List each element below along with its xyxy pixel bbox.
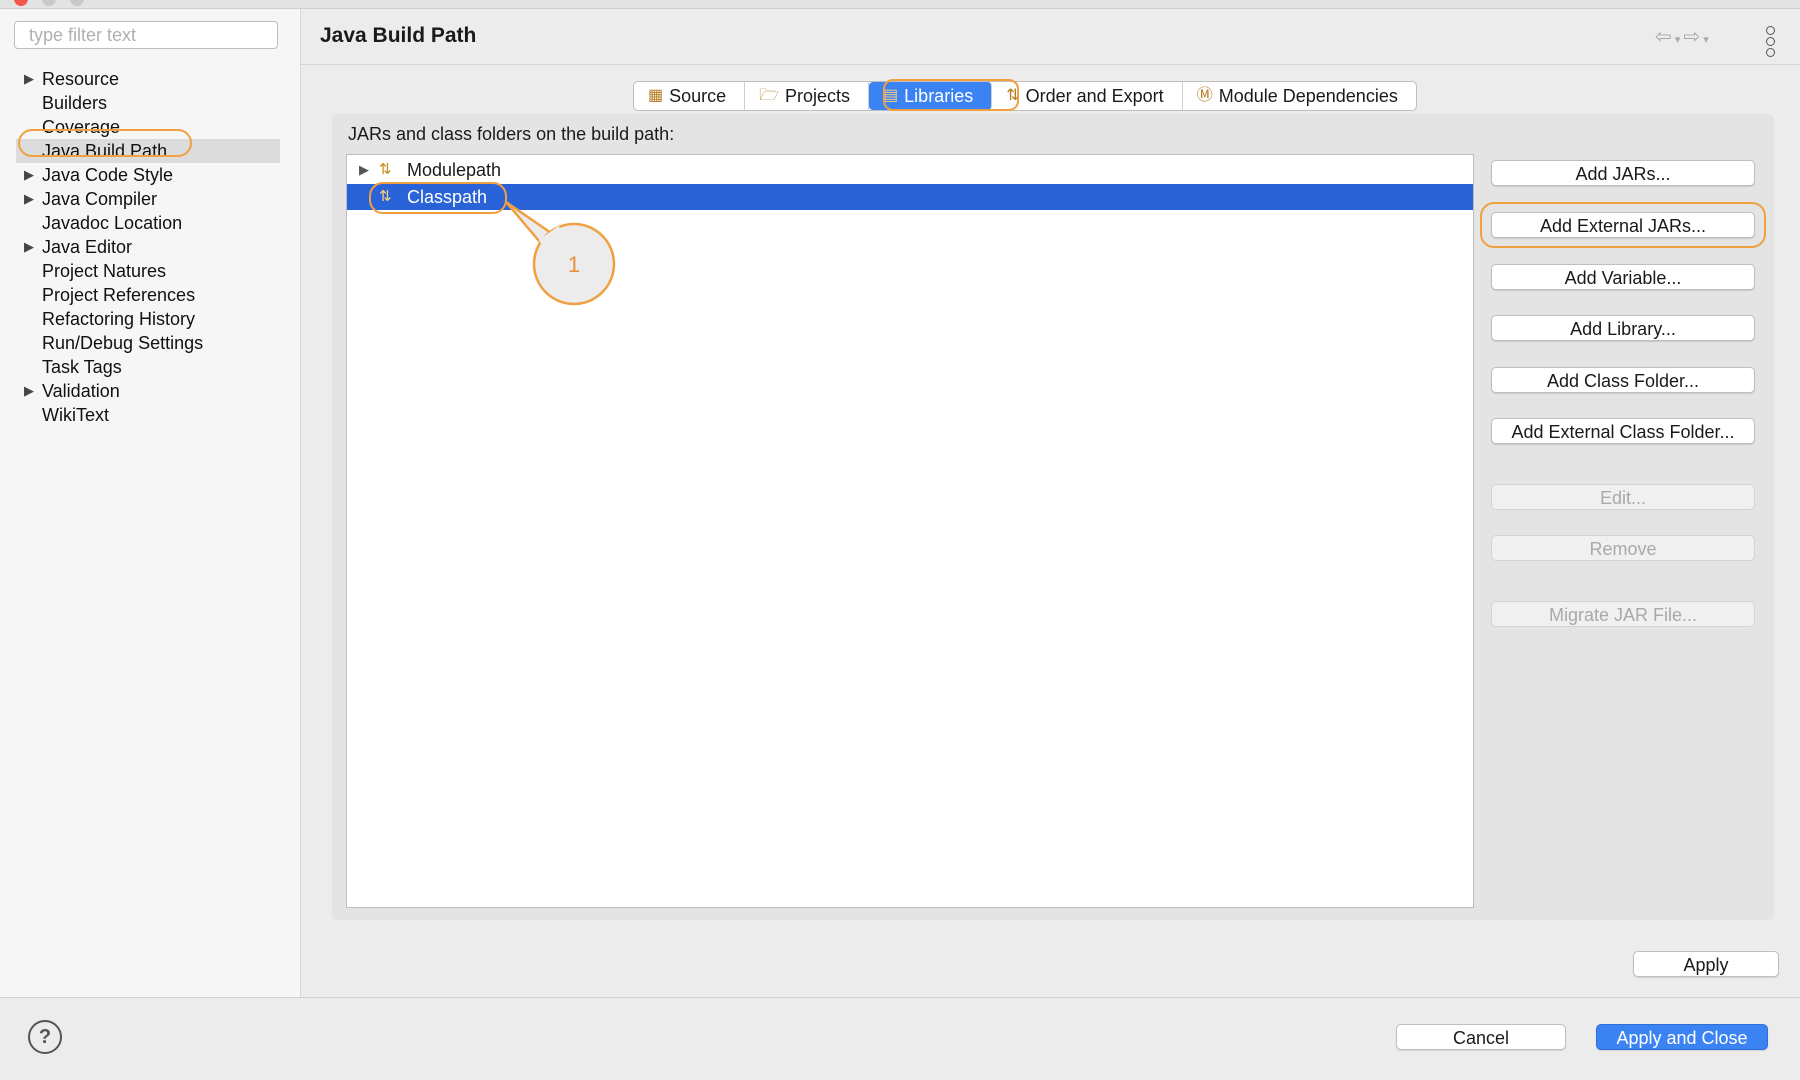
page-title: Java Build Path [320, 24, 477, 47]
step-callout: 1 [504, 200, 616, 306]
sidebar-item-label: Project Natures [42, 261, 167, 281]
sidebar-item-java-compiler[interactable]: ▶ Java Compiler [16, 187, 280, 211]
sidebar-item-java-build-path[interactable]: Java Build Path [16, 139, 280, 163]
zoom-window-button[interactable] [70, 0, 84, 6]
projects-folder-icon: 🗁 [759, 87, 780, 104]
sidebar-item-resource[interactable]: ▶ Resource [16, 67, 280, 91]
tab-label: Module Dependencies [1218, 86, 1398, 106]
tab-projects[interactable]: 🗁 Projects [745, 82, 870, 110]
add-class-folder-button[interactable]: Add Class Folder... [1491, 367, 1755, 393]
close-window-button[interactable] [14, 0, 28, 6]
sidebar-item-refactoring-history[interactable]: Refactoring History [16, 307, 280, 331]
sidebar-item-run-debug-settings[interactable]: Run/Debug Settings [16, 331, 280, 355]
sidebar-item-label: Resource [42, 69, 120, 89]
sidebar-item-label: WikiText [42, 405, 109, 425]
sidebar-item-label: Java Compiler [42, 189, 158, 209]
sidebar-item-wikitext[interactable]: WikiText [16, 403, 280, 427]
sidebar-item-project-natures[interactable]: Project Natures [16, 259, 280, 283]
sidebar-item-label: Task Tags [42, 357, 122, 377]
expand-arrow-icon[interactable]: ▶ [24, 163, 34, 187]
back-arrow-icon[interactable]: ⇦ [1655, 26, 1672, 48]
history-nav: ⇦ ▾ ⇨ ▾ [1655, 24, 1709, 49]
sidebar-item-label: Run/Debug Settings [42, 333, 204, 353]
forward-dropdown-icon[interactable]: ▾ [1700, 34, 1709, 46]
apply-and-close-button[interactable]: Apply and Close [1596, 1024, 1768, 1050]
apply-button[interactable]: Apply [1633, 951, 1779, 977]
sidebar-item-validation[interactable]: ▶ Validation [16, 379, 280, 403]
sidebar-item-task-tags[interactable]: Task Tags [16, 355, 280, 379]
tab-order-and-export[interactable]: ⇅ Order and Export [992, 82, 1183, 110]
module-icon: Ⓜ [1196, 87, 1213, 104]
libraries-icon: ▤ [883, 87, 899, 104]
sidebar-item-label: Javadoc Location [42, 213, 183, 233]
add-jars-button[interactable]: Add JARs... [1491, 160, 1755, 186]
expand-arrow-icon[interactable]: ▶ [24, 187, 34, 211]
sidebar-item-label: Java Editor [42, 237, 133, 257]
sidebar-item-label: Java Build Path [42, 141, 168, 161]
expand-arrow-icon[interactable]: ▶ [24, 379, 34, 403]
header-divider [300, 64, 1800, 65]
sidebar-item-label: Refactoring History [42, 309, 196, 329]
sidebar-item-label: Validation [42, 381, 120, 401]
sidebar-item-java-code-style[interactable]: ▶ Java Code Style [16, 163, 280, 187]
forward-arrow-icon[interactable]: ⇨ [1683, 26, 1700, 48]
sidebar-item-label: Builders [42, 93, 108, 113]
more-options-icon[interactable] [1766, 26, 1776, 59]
expand-arrow-icon[interactable]: ▶ [359, 157, 369, 183]
sidebar-item-javadoc-location[interactable]: Javadoc Location [16, 211, 280, 235]
tab-libraries[interactable]: ▤ Libraries [869, 82, 993, 110]
expand-arrow-icon[interactable]: ▶ [24, 67, 34, 91]
remove-button[interactable]: Remove [1491, 535, 1755, 561]
cancel-button[interactable]: Cancel [1396, 1024, 1566, 1050]
add-external-jars-button[interactable]: Add External JARs... [1491, 212, 1755, 238]
sidebar-item-label: Project References [42, 285, 196, 305]
sidebar-item-project-references[interactable]: Project References [16, 283, 280, 307]
tab-label: Libraries [904, 86, 974, 106]
back-dropdown-icon[interactable]: ▾ [1672, 34, 1684, 46]
sidebar-item-label: Coverage [42, 117, 121, 137]
tab-label: Projects [785, 86, 851, 106]
expand-arrow-icon[interactable]: ▶ [24, 235, 34, 259]
order-export-icon: ⇅ [1006, 87, 1020, 104]
sidebar-item-coverage[interactable]: Coverage [16, 115, 280, 139]
tab-source[interactable]: ▦ Source [634, 82, 746, 110]
sidebar-item-builders[interactable]: Builders [16, 91, 280, 115]
migrate-jar-button[interactable]: Migrate JAR File... [1491, 601, 1755, 627]
section-label: JARs and class folders on the build path… [348, 124, 675, 144]
callout-number: 1 [568, 252, 580, 277]
add-variable-button[interactable]: Add Variable... [1491, 264, 1755, 290]
modulepath-icon: ⇅ [379, 161, 392, 178]
source-icon: ▦ [648, 87, 664, 104]
add-external-class-folder-button[interactable]: Add External Class Folder... [1491, 418, 1755, 444]
edit-button[interactable]: Edit... [1491, 484, 1755, 510]
footer-divider [0, 997, 1800, 998]
classpath-icon: ⇅ [379, 188, 392, 205]
window-titlebar [0, 0, 1800, 9]
preferences-sidebar: ▶ Resource Builders Coverage Java Build Path… [0, 9, 301, 997]
add-library-button[interactable]: Add Library... [1491, 315, 1755, 341]
build-path-tabs: ▦ Source 🗁 Projects ▤ Libraries ⇅ Order and … [633, 81, 1417, 111]
tab-label: Order and Export [1025, 86, 1164, 106]
tab-module-dependencies[interactable]: Ⓜ Module Dependencies [1183, 82, 1416, 110]
tab-label: Source [669, 86, 727, 106]
filter-input[interactable] [14, 21, 278, 49]
minimize-window-button[interactable] [42, 0, 56, 6]
sidebar-item-label: Java Code Style [42, 165, 174, 185]
sidebar-item-java-editor[interactable]: ▶ Java Editor [16, 235, 280, 259]
help-icon[interactable]: ? [28, 1020, 62, 1054]
